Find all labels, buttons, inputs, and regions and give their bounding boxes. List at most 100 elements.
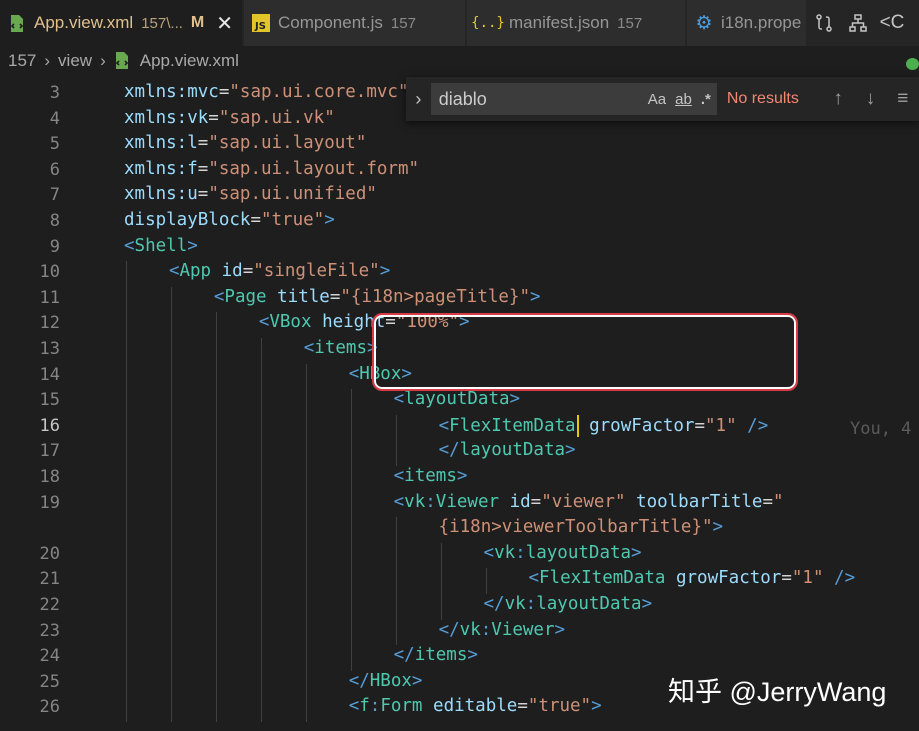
code-token: = <box>197 133 209 154</box>
indent-guide <box>305 670 307 697</box>
code-token: layoutData <box>459 440 566 461</box>
modified-badge: M <box>190 14 205 31</box>
code-token: "{i18n>pageTitle}" <box>340 286 531 307</box>
editor-actions: <C <box>807 0 919 46</box>
indent-guide <box>350 542 352 569</box>
code-token: Form <box>380 696 423 717</box>
indent-guide <box>305 363 307 390</box>
indent-guide <box>260 517 262 543</box>
code-token: < <box>393 466 405 486</box>
close-icon[interactable]: ✕ <box>216 11 233 36</box>
go-back-icon[interactable]: <C <box>875 0 909 46</box>
code-line[interactable]: displayBlock="true"> <box>124 210 335 230</box>
compare-changes-icon[interactable] <box>807 0 841 46</box>
code-token: "true" <box>527 696 592 717</box>
indent-guide <box>305 696 307 722</box>
find-in-selection-icon[interactable]: ≡ <box>887 88 919 110</box>
code-line[interactable]: <items> <box>394 466 468 486</box>
code-line[interactable]: <vk:Viewer id="viewer" toolbarTitle=" <box>394 492 784 512</box>
code-line[interactable]: {i18n>viewerToolbarTitle}"> <box>439 517 723 537</box>
line-number: 17 <box>39 441 60 462</box>
line-number: 23 <box>39 620 60 641</box>
tab-app-view-xml[interactable]: App.view.xml 157\... M ✕ <box>0 0 243 46</box>
breadcrumb-file[interactable]: App.view.xml <box>140 51 239 71</box>
code-token: vk <box>404 491 426 512</box>
code-token: vk <box>459 619 481 640</box>
line-number: 22 <box>39 595 60 615</box>
line-number: 24 <box>39 646 60 667</box>
code-line[interactable]: <items> <box>304 338 378 358</box>
code-editor[interactable]: 3 xmlns:mvc="sap.ui.core.mvc" 4 xmlns:vk="s… <box>0 76 919 731</box>
code-line[interactable]: </items> <box>394 645 478 665</box>
indent-guide <box>215 517 217 543</box>
code-line[interactable]: xmlns:mvc="sap.ui.core.mvc" <box>124 82 409 102</box>
code-line[interactable]: xmlns:l="sap.ui.layout" <box>124 133 366 153</box>
code-token: HBox <box>369 670 412 691</box>
code-line[interactable]: </HBox> <box>349 671 423 691</box>
line-number: 6 <box>49 159 60 180</box>
line-number: 13 <box>39 339 60 359</box>
use-regex-icon[interactable]: .* <box>701 91 711 108</box>
chevron-right-icon: › <box>100 51 106 70</box>
code-line[interactable]: </vk:layoutData> <box>484 594 653 614</box>
code-token: {i18n>viewerToolbarTitle}" <box>438 517 713 538</box>
line-number: 9 <box>49 236 60 257</box>
code-token: </ <box>483 594 505 614</box>
indent-guide <box>260 466 262 492</box>
code-token: = <box>329 286 341 307</box>
code-token: "1" <box>705 415 737 436</box>
code-line[interactable]: <vk:layoutData> <box>484 543 642 563</box>
find-input[interactable]: diablo Aa ab .* <box>430 83 717 115</box>
code-line[interactable]: <FlexItemData growFactor="1" /> <box>528 568 855 588</box>
code-token: items <box>404 466 457 486</box>
code-token: = <box>781 568 792 589</box>
code-token: toolbarTitle <box>636 491 763 512</box>
code-line[interactable]: <Page title="{i18n>pageTitle}"> <box>214 287 541 307</box>
code-line[interactable]: <Shell> <box>124 236 198 256</box>
tab-manifest-json[interactable]: {..} manifest.json 157 <box>467 0 686 46</box>
breadcrumb-folder[interactable]: view <box>58 51 92 71</box>
indent-guide <box>395 542 397 569</box>
code-line[interactable]: <FlexItemData growFactor="1" /> <box>439 414 768 437</box>
indent-guide <box>395 517 397 543</box>
next-match-icon[interactable]: ↓ <box>854 88 886 110</box>
previous-match-icon[interactable]: ↑ <box>822 88 854 110</box>
code-token: > <box>411 670 423 691</box>
match-whole-word-icon[interactable]: ab <box>675 91 692 108</box>
js-file-icon: JS <box>252 13 270 33</box>
indent-guide <box>260 670 262 697</box>
code-line[interactable]: xmlns:u="sap.ui.unified" <box>124 184 377 204</box>
code-line[interactable]: <f:Form editable="true"> <box>349 696 602 716</box>
gear-icon: ⚙ <box>695 12 713 34</box>
breadcrumb-folder[interactable]: 157 <box>8 51 36 71</box>
source-control-graph-icon[interactable] <box>841 0 875 46</box>
indent-guide <box>126 389 127 415</box>
indent-guide <box>170 363 172 390</box>
indent-guide <box>215 466 217 492</box>
code-line[interactable]: <App id="singleFile"> <box>169 261 390 281</box>
match-case-icon[interactable]: Aa <box>648 91 666 108</box>
code-token: = <box>242 261 254 282</box>
code-token: = <box>197 158 209 179</box>
code-line[interactable]: </layoutData> <box>439 440 576 460</box>
indent-guide <box>260 542 262 569</box>
code-line[interactable]: </vk:Viewer> <box>439 620 565 640</box>
indent-guide <box>215 440 217 466</box>
indent-guide <box>260 491 262 518</box>
indent-guide <box>215 338 217 364</box>
code-line[interactable]: <layoutData> <box>394 389 520 409</box>
indent-guide <box>260 363 262 390</box>
tab-component-js[interactable]: JS Component.js 157 <box>244 0 466 46</box>
tab-i18n-properties[interactable]: ⚙ i18n.prope <box>687 0 807 46</box>
indent-guide <box>215 670 217 697</box>
toggle-replace-icon[interactable]: › <box>406 89 431 110</box>
line-number: 7 <box>49 185 60 206</box>
code-line[interactable]: xmlns:f="sap.ui.layout.form" <box>124 159 419 179</box>
code-token: "singleFile" <box>253 261 380 282</box>
indent-guide <box>126 568 127 594</box>
code-token: growFactor <box>675 568 782 589</box>
code-token: xmlns:l <box>124 133 198 154</box>
code-line[interactable]: xmlns:vk="sap.ui.vk" <box>124 108 335 128</box>
